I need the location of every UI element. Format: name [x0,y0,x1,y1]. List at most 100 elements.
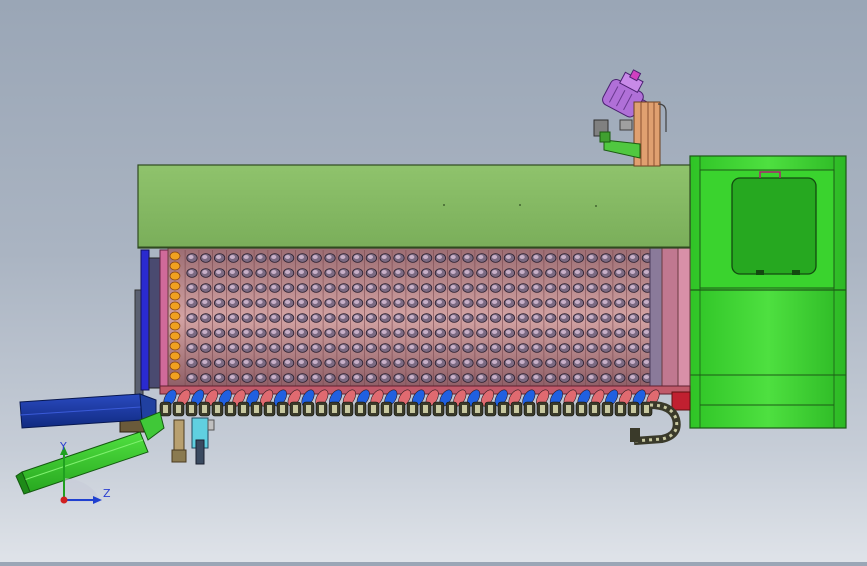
top-cover[interactable] [137,164,691,249]
drum-cell [558,343,571,353]
drum-cell [351,283,364,293]
drum-cell [448,283,460,293]
drum-cell [517,283,529,293]
chain-link [432,401,445,417]
drum-cell [407,373,419,383]
drum-cell [545,373,557,383]
drum-cell [227,313,239,323]
drum-cell [365,328,377,338]
drum-cell [200,313,212,323]
drum-cell [255,253,267,263]
drum-cell [310,283,322,293]
drum-cell [503,358,515,368]
drum-cell [269,343,281,353]
drum-cell [393,343,405,353]
drum-cell [379,343,391,353]
drum-cell [420,328,433,338]
drum-cell [186,298,198,308]
drum-cell [462,313,474,323]
drum-cell [462,373,474,383]
drum-cell [531,373,543,383]
chain-link [523,401,536,417]
drum-cell [269,373,281,383]
drum-cell [558,268,571,278]
drum-cell [517,373,529,383]
chain-link [614,401,627,417]
drum-cell [531,313,543,323]
drum-cell [420,298,433,308]
motor-assembly[interactable] [593,63,667,167]
drum-cell [476,268,488,278]
drum-cell [186,283,198,293]
drum-cell [296,373,308,383]
drum-cell [393,358,405,368]
drum-cell [586,253,598,263]
drum-cell [448,343,460,353]
chain-link [250,401,263,417]
drum-cell [572,328,585,338]
drum-cell [420,313,433,323]
drum-cell [393,253,405,263]
chain-link [562,401,575,417]
drum-cell [324,283,336,293]
drum-cell [407,283,419,293]
drum-cell [365,343,377,353]
drum-cell [476,328,488,338]
cad-model-view[interactable] [0,0,867,562]
drum-cell [200,358,212,368]
drum-cell [296,313,308,323]
triad-z-label: Z [103,487,111,500]
triad-y-label: Y [60,440,67,453]
drum-cell [600,298,612,308]
drum-cell [393,328,405,338]
chain-link [575,401,588,417]
drum-cell [282,298,295,308]
drum-cell [324,298,336,308]
drum-cell [558,328,571,338]
drum-cell [407,328,419,338]
drum-cell [269,283,281,293]
chain-link [328,401,341,417]
drum-cell [503,343,515,353]
chain-link [341,401,354,417]
drum-cell [476,343,488,353]
drum-cell [462,268,474,278]
drum-cell [282,343,295,353]
chain-link [549,401,562,417]
drum-cell [241,253,253,263]
drum-cell [586,298,598,308]
drum-cell [476,358,488,368]
drum-cell [365,298,377,308]
drum-cell [600,283,612,293]
drum-cell [462,253,474,263]
drum-cell [614,298,626,308]
drum-cell [379,298,391,308]
drum-cell [420,268,433,278]
drum-cell [600,343,612,353]
drum-cell [324,358,336,368]
bearing-ring [169,331,181,341]
chain-link [406,401,419,417]
drum-cell [531,283,543,293]
drum-cell [476,253,488,263]
drum-grid[interactable] [167,247,691,389]
drum-cell [282,373,295,383]
drum-cell [379,328,391,338]
bearing-ring [169,371,181,381]
drum-cell [310,358,322,368]
drum-cell [448,268,460,278]
drum-cell [282,313,295,323]
chain-link [367,401,380,417]
drum-cell [434,328,446,338]
drum-cell [269,358,281,368]
drum-cell [448,313,460,323]
cad-graphics-area[interactable]: Y Z [0,0,867,562]
drum-cell [296,268,308,278]
drum-cell [393,373,405,383]
bearing-ring [169,341,181,351]
drum-cell [545,358,557,368]
drag-chain[interactable] [159,401,681,445]
drum-cell [558,373,571,383]
inspection-window[interactable] [731,171,817,275]
drum-cell [586,283,598,293]
